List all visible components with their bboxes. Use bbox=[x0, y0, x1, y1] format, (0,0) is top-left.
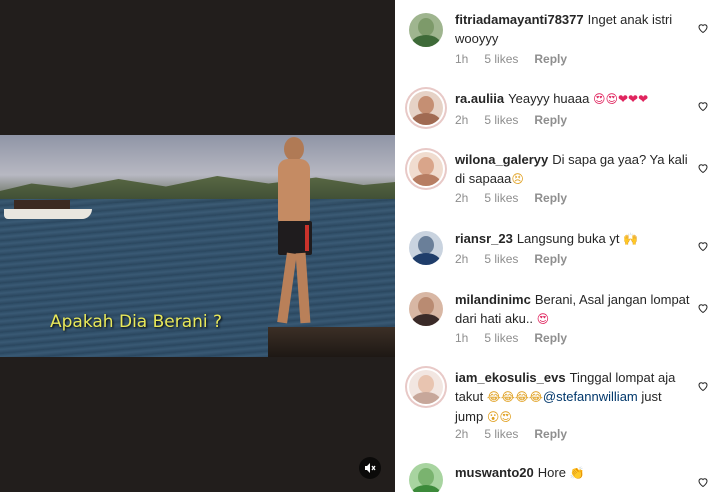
comment-likes[interactable]: 5 likes bbox=[484, 427, 518, 441]
heart-outline-icon[interactable] bbox=[697, 240, 709, 252]
comment-time[interactable]: 2h bbox=[455, 427, 468, 441]
comments-panel[interactable]: fitriadamayanti78377 Inget anak istri woo… bbox=[395, 0, 720, 492]
video-frame[interactable]: Apakah Dia Berani ? bbox=[0, 135, 395, 357]
heart-outline-icon[interactable] bbox=[697, 162, 709, 174]
heart-outline-icon[interactable] bbox=[697, 100, 709, 112]
comment-time[interactable]: 2h bbox=[455, 191, 468, 205]
heart-outline-icon[interactable] bbox=[697, 22, 709, 34]
mute-button[interactable] bbox=[359, 457, 381, 479]
reply-button[interactable]: Reply bbox=[534, 331, 567, 345]
comment-time[interactable]: 1h bbox=[455, 331, 468, 345]
reply-button[interactable]: Reply bbox=[534, 252, 567, 266]
video-player[interactable]: Apakah Dia Berani ? bbox=[0, 0, 395, 492]
comment-username[interactable]: fitriadamayanti78377 bbox=[455, 12, 584, 27]
heart-outline-icon[interactable] bbox=[697, 302, 709, 314]
comment-likes[interactable]: 5 likes bbox=[484, 331, 518, 345]
comment-emoji: 😣 bbox=[511, 172, 524, 186]
comment-emoji-2: 😮😍 bbox=[486, 410, 512, 424]
reply-button[interactable]: Reply bbox=[534, 113, 567, 127]
comment-username[interactable]: ra.auliia bbox=[455, 91, 504, 106]
comment-emoji: 😍 bbox=[536, 312, 550, 326]
heart-outline-icon[interactable] bbox=[697, 380, 709, 392]
boat bbox=[4, 197, 92, 219]
comment-likes[interactable]: 5 likes bbox=[484, 252, 518, 266]
comment-emoji: 😂😂😂😂 bbox=[486, 390, 543, 404]
comment-likes[interactable]: 5 likes bbox=[484, 191, 518, 205]
reply-button[interactable]: Reply bbox=[534, 427, 567, 441]
comment-text: Hore bbox=[537, 465, 566, 480]
reply-button[interactable]: Reply bbox=[534, 52, 567, 66]
heart-outline-icon[interactable] bbox=[697, 476, 709, 488]
comment-username[interactable]: muswanto20 bbox=[455, 465, 534, 480]
video-caption: Apakah Dia Berani ? bbox=[50, 312, 223, 332]
comment-username[interactable]: iam_ekosulis_evs bbox=[455, 370, 566, 385]
comment-time[interactable]: 2h bbox=[455, 113, 468, 127]
comment-mention[interactable]: @stefannwilliam bbox=[543, 389, 638, 404]
comment-text: Langsung buka yt bbox=[516, 231, 620, 246]
comment-username[interactable]: wilona_galeryy bbox=[455, 152, 548, 167]
comment-likes[interactable]: 5 likes bbox=[484, 52, 518, 66]
comment-emoji: 😍😍❤❤❤ bbox=[592, 92, 649, 106]
dock bbox=[268, 327, 395, 357]
comment-text: Yeayyy huaaa bbox=[508, 91, 590, 106]
avatar[interactable] bbox=[409, 152, 443, 186]
reply-button[interactable]: Reply bbox=[534, 191, 567, 205]
comment-emoji: 🙌 bbox=[623, 232, 639, 246]
comment-username[interactable]: milandinimc bbox=[455, 292, 531, 307]
person bbox=[270, 137, 320, 337]
avatar[interactable] bbox=[409, 13, 443, 47]
comment-username[interactable]: riansr_23 bbox=[455, 231, 513, 246]
comment-likes[interactable]: 5 likes bbox=[484, 113, 518, 127]
avatar[interactable] bbox=[409, 292, 443, 326]
comment-emoji: 👏 bbox=[569, 466, 585, 480]
avatar[interactable] bbox=[409, 91, 443, 125]
avatar[interactable] bbox=[409, 370, 443, 404]
speaker-muted-icon bbox=[365, 463, 376, 473]
comment-time[interactable]: 2h bbox=[455, 252, 468, 266]
comment-time[interactable]: 1h bbox=[455, 52, 468, 66]
avatar[interactable] bbox=[409, 231, 443, 265]
avatar[interactable] bbox=[409, 463, 443, 492]
